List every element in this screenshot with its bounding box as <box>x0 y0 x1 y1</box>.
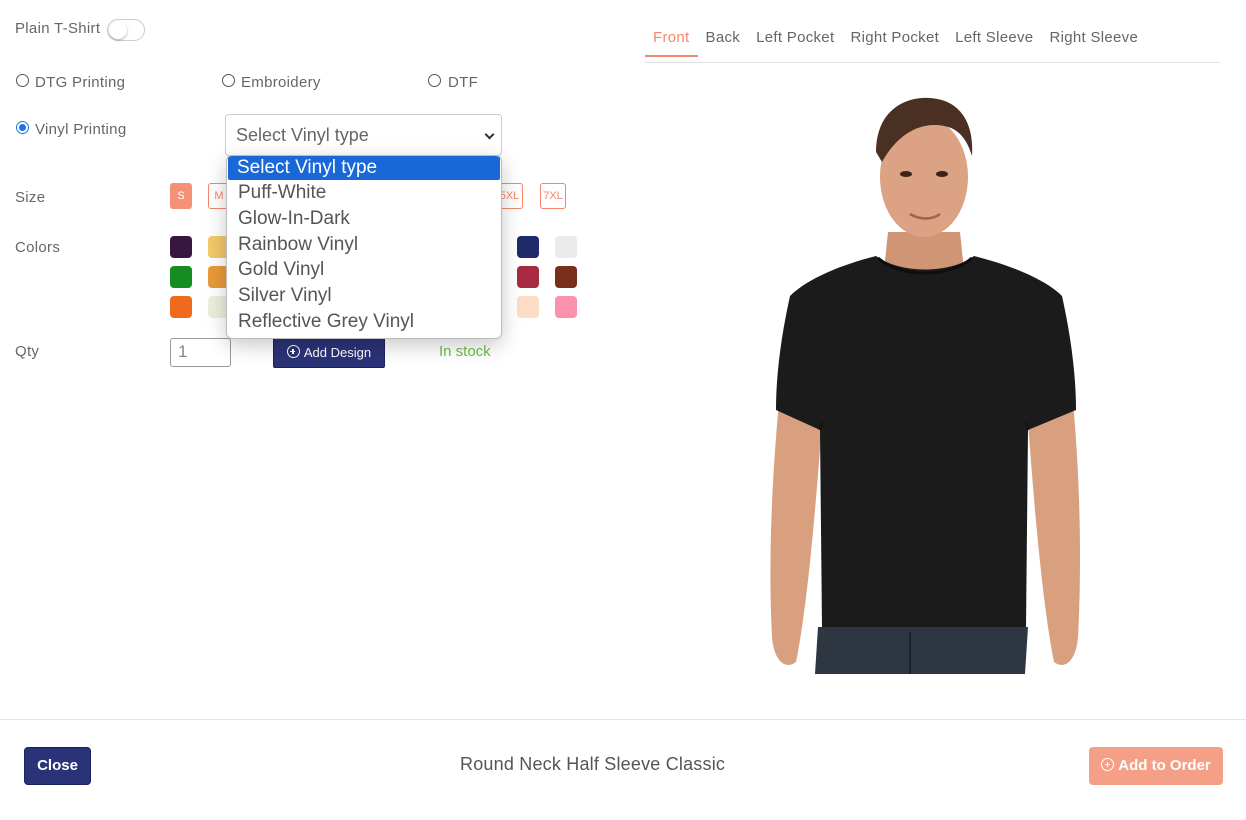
footer-divider <box>0 719 1246 720</box>
toggle-knob <box>109 21 127 39</box>
qty-input[interactable]: 1 <box>170 338 231 367</box>
vinyl-option[interactable]: Gold Vinyl <box>227 257 501 283</box>
tab-back[interactable]: Back <box>698 19 749 57</box>
plus-circle-icon <box>286 345 300 358</box>
vinyl-option[interactable]: Select Vinyl type <box>228 156 500 180</box>
tab-left-pocket[interactable]: Left Pocket <box>748 19 842 57</box>
add-design-button[interactable]: Add Design <box>273 338 385 368</box>
plain-tshirt-label: Plain T-Shirt <box>15 20 101 37</box>
color-swatch[interactable] <box>170 296 192 318</box>
close-button[interactable]: Close <box>24 747 91 785</box>
view-tabs: Front Back Left Pocket Right Pocket Left… <box>645 19 1146 57</box>
color-swatch[interactable] <box>555 266 577 288</box>
color-swatch[interactable] <box>170 266 192 288</box>
tab-right-sleeve[interactable]: Right Sleeve <box>1041 19 1146 57</box>
color-swatch[interactable] <box>517 296 539 318</box>
radio-dtg-printing[interactable] <box>16 74 29 87</box>
chevron-down-icon <box>484 129 495 140</box>
vinyl-type-select[interactable]: Select Vinyl type <box>225 114 502 156</box>
dtg-printing-label: DTG Printing <box>35 74 126 91</box>
product-name: Round Neck Half Sleeve Classic <box>460 754 726 774</box>
add-design-label: Add Design <box>303 345 372 360</box>
vinyl-option[interactable]: Puff-White <box>227 180 501 206</box>
tab-left-sleeve[interactable]: Left Sleeve <box>947 19 1041 57</box>
size-chip-7xl[interactable]: 7XL <box>540 183 566 209</box>
vinyl-type-dropdown: Select Vinyl type Puff-White Glow-In-Dar… <box>226 155 502 339</box>
radio-vinyl-printing[interactable] <box>16 121 29 134</box>
size-chip-s[interactable]: S <box>170 183 192 209</box>
color-swatch[interactable] <box>555 296 577 318</box>
vinyl-option[interactable]: Glow-In-Dark <box>227 206 501 232</box>
size-label: Size <box>15 189 46 206</box>
vinyl-type-select-value: Select Vinyl type <box>236 125 369 145</box>
tshirt-model-image <box>770 97 1080 674</box>
add-to-order-label: Add to Order <box>1118 757 1211 774</box>
stock-status: In stock <box>439 343 491 360</box>
plain-tshirt-toggle[interactable] <box>107 19 145 41</box>
plus-circle-icon <box>1101 758 1115 771</box>
tab-front[interactable]: Front <box>645 19 698 57</box>
radio-embroidery[interactable] <box>222 74 235 87</box>
embroidery-label: Embroidery <box>241 74 321 91</box>
vinyl-printing-label: Vinyl Printing <box>35 121 127 138</box>
colors-label: Colors <box>15 239 61 256</box>
add-to-order-button[interactable]: Add to Order <box>1089 747 1223 785</box>
vinyl-option[interactable]: Reflective Grey Vinyl <box>227 309 501 335</box>
dtf-label: DTF <box>448 74 479 91</box>
color-swatch[interactable] <box>517 266 539 288</box>
qty-label: Qty <box>15 343 40 360</box>
radio-dtf[interactable] <box>428 74 441 87</box>
color-swatch[interactable] <box>555 236 577 258</box>
vinyl-option[interactable]: Rainbow Vinyl <box>227 232 501 258</box>
color-swatch[interactable] <box>517 236 539 258</box>
tab-right-pocket[interactable]: Right Pocket <box>842 19 947 57</box>
vinyl-option[interactable]: Silver Vinyl <box>227 283 501 309</box>
tabs-divider <box>645 62 1220 63</box>
color-swatch[interactable] <box>170 236 192 258</box>
